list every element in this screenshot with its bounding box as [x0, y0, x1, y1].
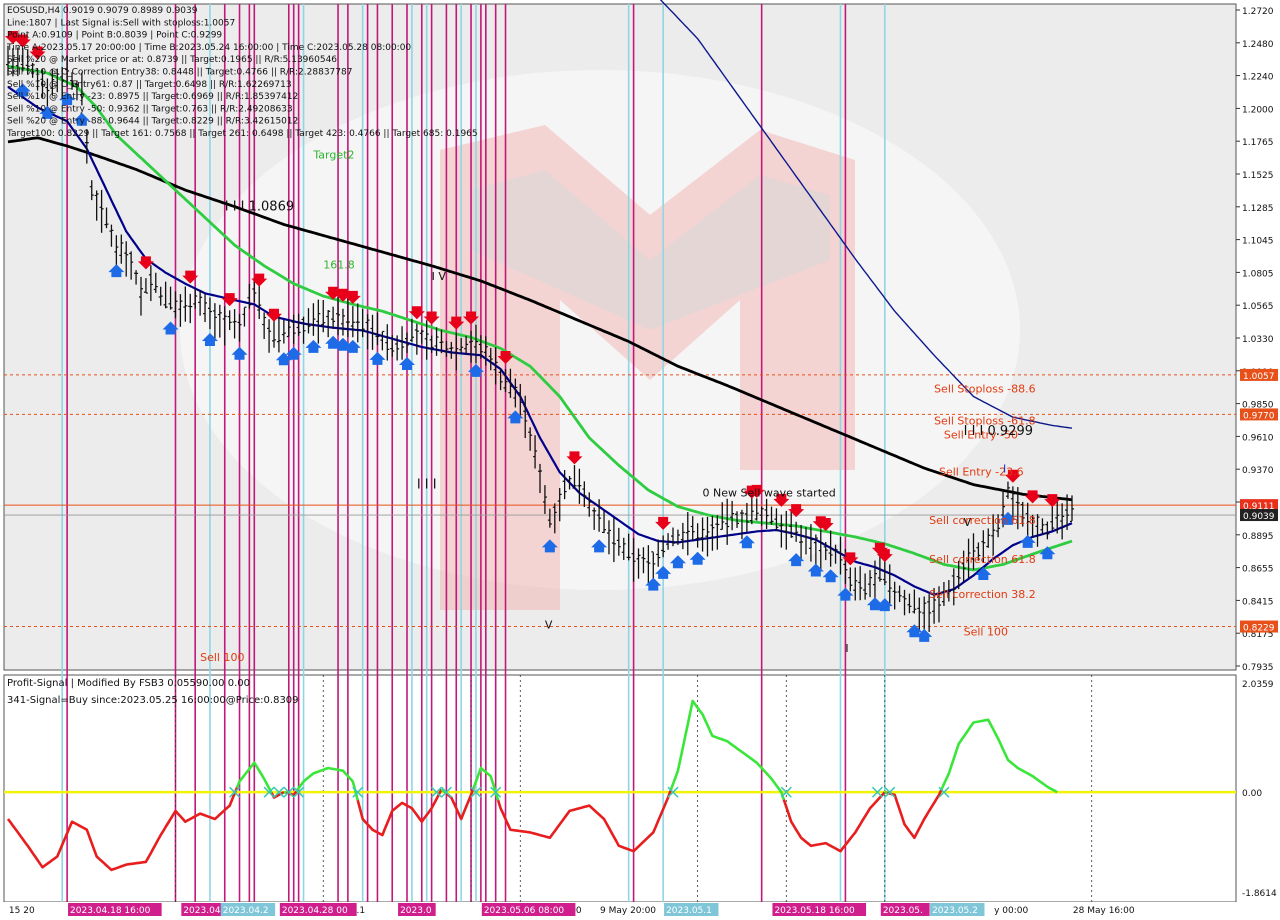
x-tick-label: y 00:00 [994, 906, 1028, 916]
chart-label: I [845, 642, 848, 655]
y-tick-label: 0.7935 [1242, 663, 1274, 673]
chart-label: 0 New Sell wave started [703, 487, 836, 500]
y-tick-label: 1.1765 [1242, 138, 1274, 148]
info-line: Point A:0.9109 | Point B:0.8039 | Point … [7, 31, 222, 41]
symbol-header: EOSUSD,H4 0.9019 0.9079 0.8989 0.9039 [7, 6, 198, 16]
chart-label: 161.8 [323, 259, 355, 272]
y-tick-label: 1.2000 [1242, 105, 1274, 115]
chart-label: I I I 1.0869 [225, 200, 294, 215]
chart-label: Target2 [312, 148, 354, 161]
time-tag-label: 2023.05.06 08:00 [484, 906, 565, 916]
y-tick-label: 1.1045 [1242, 237, 1274, 247]
y-tick-label: 0.9610 [1242, 433, 1274, 443]
time-tag-label: 2023.04.28 00 [282, 906, 348, 916]
chart-label: I I I 0.9299 [964, 424, 1033, 439]
price-chart[interactable]: Target2 161.8 I I I 1.0869 I V I I I 0 New Se… [0, 0, 1280, 920]
info-line: Sell %20 @ Entry -88: 0.9644 || Target:0… [7, 117, 298, 127]
y-tick-label: 1.2480 [1242, 40, 1274, 50]
info-line: Line:1807 | Last Signal is:Sell with sto… [7, 18, 235, 28]
chart-label: V [964, 516, 972, 529]
info-line: Time A:2023.05.17 20:00:00 | Time B:2023… [6, 43, 411, 53]
osc-line-up [884, 790, 888, 795]
chart-label: I I I [417, 477, 437, 492]
info-line: Sell %10 @ Entry -50: 0.9362 || Target:0… [7, 104, 293, 114]
y-tick-label: 0.8415 [1242, 597, 1274, 607]
time-tag-label: 2023.05.2 [932, 906, 978, 916]
oscillator-info-line: Profit-Signal | Modified By FSB3 0.05590… [7, 678, 250, 689]
y-tick-label: 1.2720 [1242, 7, 1274, 17]
y-tick-label: 1.2240 [1242, 73, 1274, 83]
info-line: Sell %20 @ Market price or at: 0.8739 ||… [7, 55, 337, 65]
chart-label: Sell 100 [200, 651, 244, 664]
chart-label: V [545, 619, 553, 632]
osc-line-up [283, 790, 287, 795]
oscillator-info-line: 341-Signal=Buy since:2023.05.25 16:00:00… [7, 695, 299, 706]
x-tick-label: 15 20 [9, 906, 35, 916]
chart-label: Sell correction 38.2 [929, 588, 1036, 601]
y-tick-label: 1.1525 [1242, 171, 1274, 181]
info-line: Sell %10 @ Entry -23: 0.8975 || Target:0… [7, 92, 298, 102]
info-line: Sell %10 @ C_Entry61: 0.87 || Target:0.6… [7, 80, 292, 90]
osc-y-tick-label: 2.0359 [1242, 680, 1274, 690]
chart-label: Sell Stoploss -88.6 [934, 383, 1036, 396]
time-tag-label: 2023.05.18 16:00 [774, 906, 855, 916]
y-tick-label: 0.9370 [1242, 466, 1274, 476]
time-tag-label: 2023.04.2 [223, 906, 269, 916]
chart-label: Sell Entry -23.6 [939, 465, 1024, 478]
y-tick-label: 1.0805 [1242, 269, 1274, 279]
osc-y-tick-label: -1.8614 [1242, 889, 1277, 899]
x-tick-label: 9 May 20:00 [600, 906, 656, 916]
time-tag-label: 2023.0 [400, 906, 432, 916]
y-tick-label: 0.8655 [1242, 565, 1274, 575]
price-tag-label: 0.9039 [1243, 512, 1275, 522]
time-tag-label: 2023.05. [883, 906, 923, 916]
chart-label: Sell correction 61.8 [929, 553, 1036, 566]
y-tick-label: 0.8895 [1242, 532, 1274, 542]
price-tag-label: 0.8229 [1243, 624, 1275, 634]
chart-label: I [1003, 463, 1006, 476]
chart-label: I V [432, 270, 447, 283]
price-tag-label: 1.0057 [1243, 372, 1275, 382]
price-tag-label: 0.9770 [1243, 411, 1275, 421]
y-tick-label: 1.0565 [1242, 302, 1274, 312]
y-tick-label: 1.0330 [1242, 335, 1274, 345]
info-line: Sell %10 @ C_Correction Entry38: 0.8448 … [7, 68, 352, 78]
info-line: Target100: 0.8229 || Target 161: 0.7568 … [6, 129, 478, 139]
chart-label: Sell 100 [964, 626, 1008, 639]
time-tag-label: 2023.05.1 [666, 906, 712, 916]
x-tick-label: 28 May 16:00 [1073, 906, 1135, 916]
osc-y-tick-label: 0.00 [1242, 789, 1262, 799]
time-tag-label: 2023.04.18 16:00 [70, 906, 151, 916]
y-tick-label: 1.1285 [1242, 204, 1274, 214]
chart-label: Sell correction 61.8 [929, 514, 1036, 527]
